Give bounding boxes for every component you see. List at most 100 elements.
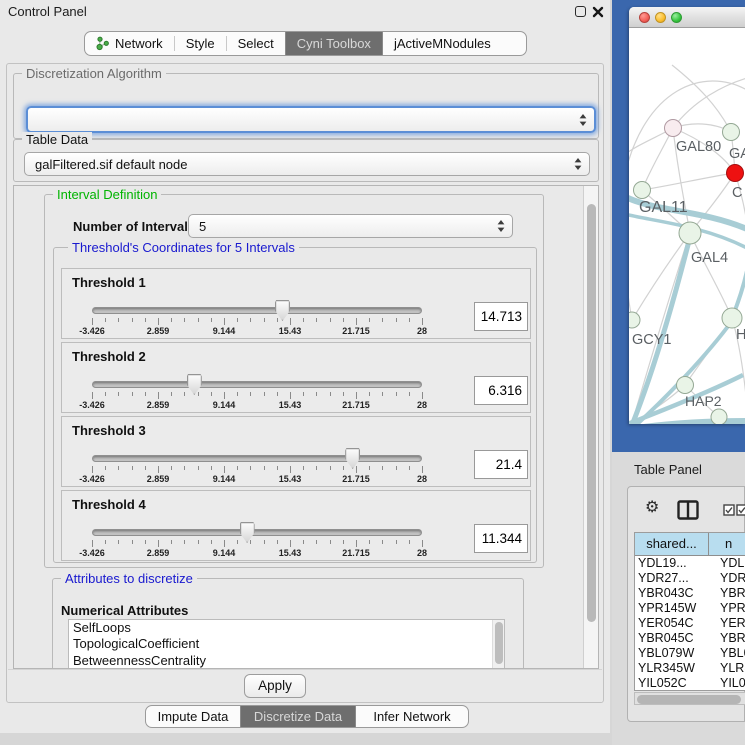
network-edge[interactable] bbox=[672, 65, 731, 132]
table-row[interactable]: YIL052CYIL0 bbox=[635, 676, 745, 691]
slider-tick bbox=[409, 392, 410, 396]
threshold-value-field[interactable]: 14.713 bbox=[474, 302, 528, 331]
slider-tick-label: 28 bbox=[417, 400, 427, 410]
slider-tick bbox=[303, 392, 304, 396]
tab-impute-data[interactable]: Impute Data bbox=[146, 706, 240, 727]
tab-network[interactable]: Network bbox=[85, 32, 174, 55]
close-icon[interactable] bbox=[592, 6, 604, 18]
slider-tick bbox=[171, 540, 172, 544]
number-of-intervals-combobox[interactable]: 5 bbox=[188, 214, 513, 238]
slider-tick-label: 21.715 bbox=[342, 400, 370, 410]
table-row[interactable]: YBR043CYBR0 bbox=[635, 586, 745, 601]
table-hscrollbar-thumb[interactable] bbox=[637, 695, 741, 704]
minimize-traffic-light[interactable] bbox=[655, 12, 666, 23]
threshold-slider-thumb[interactable] bbox=[345, 448, 360, 469]
threshold-slider-track[interactable] bbox=[92, 307, 422, 314]
numerical-attributes-list[interactable]: SelfLoopsTopologicalCoefficientBetweenne… bbox=[68, 619, 505, 669]
tab-jactivemnodules[interactable]: jActiveMNodules bbox=[383, 32, 502, 55]
network-edge[interactable] bbox=[690, 233, 732, 318]
threshold-value-field[interactable]: 11.344 bbox=[474, 524, 528, 553]
settings-scrollbar-thumb[interactable] bbox=[587, 204, 596, 622]
threshold-slider-thumb[interactable] bbox=[187, 374, 202, 395]
zoom-traffic-light[interactable] bbox=[671, 12, 682, 23]
algorithm-combobox[interactable] bbox=[26, 106, 596, 133]
slider-tick-label: 9.144 bbox=[213, 474, 236, 484]
network-node[interactable] bbox=[723, 124, 740, 141]
threshold-row-4: Threshold 4-3.4262.8599.14415.4321.71528… bbox=[61, 490, 531, 561]
slider-tick bbox=[224, 466, 225, 473]
slider-tick bbox=[422, 318, 423, 325]
tab-style[interactable]: Style bbox=[175, 32, 226, 55]
network-edge[interactable] bbox=[673, 78, 745, 128]
network-node[interactable] bbox=[722, 308, 742, 328]
network-node-label: HAP2 bbox=[685, 393, 722, 409]
column-header-shared-name[interactable]: shared... bbox=[635, 533, 709, 555]
tab-select[interactable]: Select bbox=[227, 32, 285, 55]
network-node[interactable] bbox=[665, 120, 682, 137]
network-node[interactable] bbox=[727, 165, 744, 182]
network-view[interactable]: GAL80GACGAL11GAL4GCY1HHAP2 bbox=[629, 28, 745, 424]
table-row[interactable]: YLR345WYLR3 bbox=[635, 661, 745, 676]
list-item[interactable]: TopologicalCoefficient bbox=[69, 636, 504, 652]
cell-shared-name: YDR27... bbox=[635, 571, 709, 586]
node-attribute-table[interactable]: shared... n YDL19...YDL1YDR27...YDR2YBR0… bbox=[634, 532, 745, 691]
slider-tick bbox=[250, 318, 251, 322]
slider-tick bbox=[224, 540, 225, 547]
tab-cyni-toolbox[interactable]: Cyni Toolbox bbox=[285, 32, 383, 55]
network-node[interactable] bbox=[677, 377, 694, 394]
threshold-slider-track[interactable] bbox=[92, 529, 422, 536]
settings-scroll-area: Interval Definition Number of Intervals … bbox=[13, 185, 599, 669]
column-header-name[interactable]: n bbox=[709, 533, 745, 555]
network-node[interactable] bbox=[679, 222, 701, 244]
apply-button[interactable]: Apply bbox=[244, 674, 306, 698]
threshold-value-field[interactable]: 21.4 bbox=[474, 450, 528, 479]
table-row[interactable]: YPR145WYPR1 bbox=[635, 601, 745, 616]
network-node[interactable] bbox=[629, 312, 640, 328]
network-edge[interactable] bbox=[629, 243, 632, 320]
slider-tick bbox=[92, 392, 93, 399]
slider-tick bbox=[224, 318, 225, 325]
attributes-group-title: Attributes to discretize bbox=[61, 571, 197, 586]
network-node[interactable] bbox=[711, 409, 727, 424]
attributes-scrollbar[interactable] bbox=[492, 620, 504, 669]
table-row[interactable]: YBR045CYBR0 bbox=[635, 631, 745, 646]
table-horizontal-scrollbar[interactable] bbox=[634, 692, 745, 705]
list-item[interactable]: BetweennessCentrality bbox=[69, 653, 504, 669]
slider-tick bbox=[396, 392, 397, 396]
table-row[interactable]: YBL079WYBL0 bbox=[635, 646, 745, 661]
network-edge[interactable] bbox=[642, 128, 673, 190]
tab-infer-network-label: Infer Network bbox=[373, 709, 450, 724]
slider-tick bbox=[396, 318, 397, 322]
list-item[interactable]: SelfLoops bbox=[69, 620, 504, 636]
table-row[interactable]: YER054CYER0 bbox=[635, 616, 745, 631]
network-edge[interactable] bbox=[629, 421, 745, 424]
threshold-slider-thumb[interactable] bbox=[240, 522, 255, 543]
table-data-combobox[interactable]: galFiltered.sif default node bbox=[24, 152, 590, 176]
cell-name: YLR3 bbox=[709, 661, 745, 676]
threshold-value-field[interactable]: 6.316 bbox=[474, 376, 528, 405]
table-row[interactable]: YDL19...YDL1 bbox=[635, 556, 745, 571]
attributes-scrollbar-thumb[interactable] bbox=[495, 622, 503, 664]
network-node[interactable] bbox=[634, 182, 651, 199]
threshold-slider-track[interactable] bbox=[92, 455, 422, 462]
threshold-slider-track[interactable] bbox=[92, 381, 422, 388]
tab-style-label: Style bbox=[186, 36, 215, 51]
threshold-label: Threshold 3 bbox=[72, 423, 146, 438]
tab-infer-network[interactable]: Infer Network bbox=[356, 706, 468, 727]
slider-tick bbox=[198, 540, 199, 544]
network-edge[interactable] bbox=[632, 237, 690, 424]
columns-icon[interactable] bbox=[677, 500, 699, 520]
tab-discretize-data[interactable]: Discretize Data bbox=[240, 706, 356, 727]
float-window-icon[interactable] bbox=[575, 6, 586, 17]
slider-tick bbox=[132, 392, 133, 396]
close-traffic-light[interactable] bbox=[639, 12, 650, 23]
settings-vertical-scrollbar[interactable] bbox=[583, 186, 598, 668]
select-all-checkbox-icon[interactable] bbox=[723, 504, 735, 516]
gear-icon[interactable]: ⚙ bbox=[645, 499, 659, 515]
slider-tick bbox=[369, 318, 370, 322]
deselect-all-checkbox-icon[interactable] bbox=[736, 504, 745, 516]
slider-tick bbox=[382, 540, 383, 544]
network-edge[interactable] bbox=[642, 173, 735, 190]
tab-network-label: Network bbox=[115, 36, 163, 51]
table-row[interactable]: YDR27...YDR2 bbox=[635, 571, 745, 586]
